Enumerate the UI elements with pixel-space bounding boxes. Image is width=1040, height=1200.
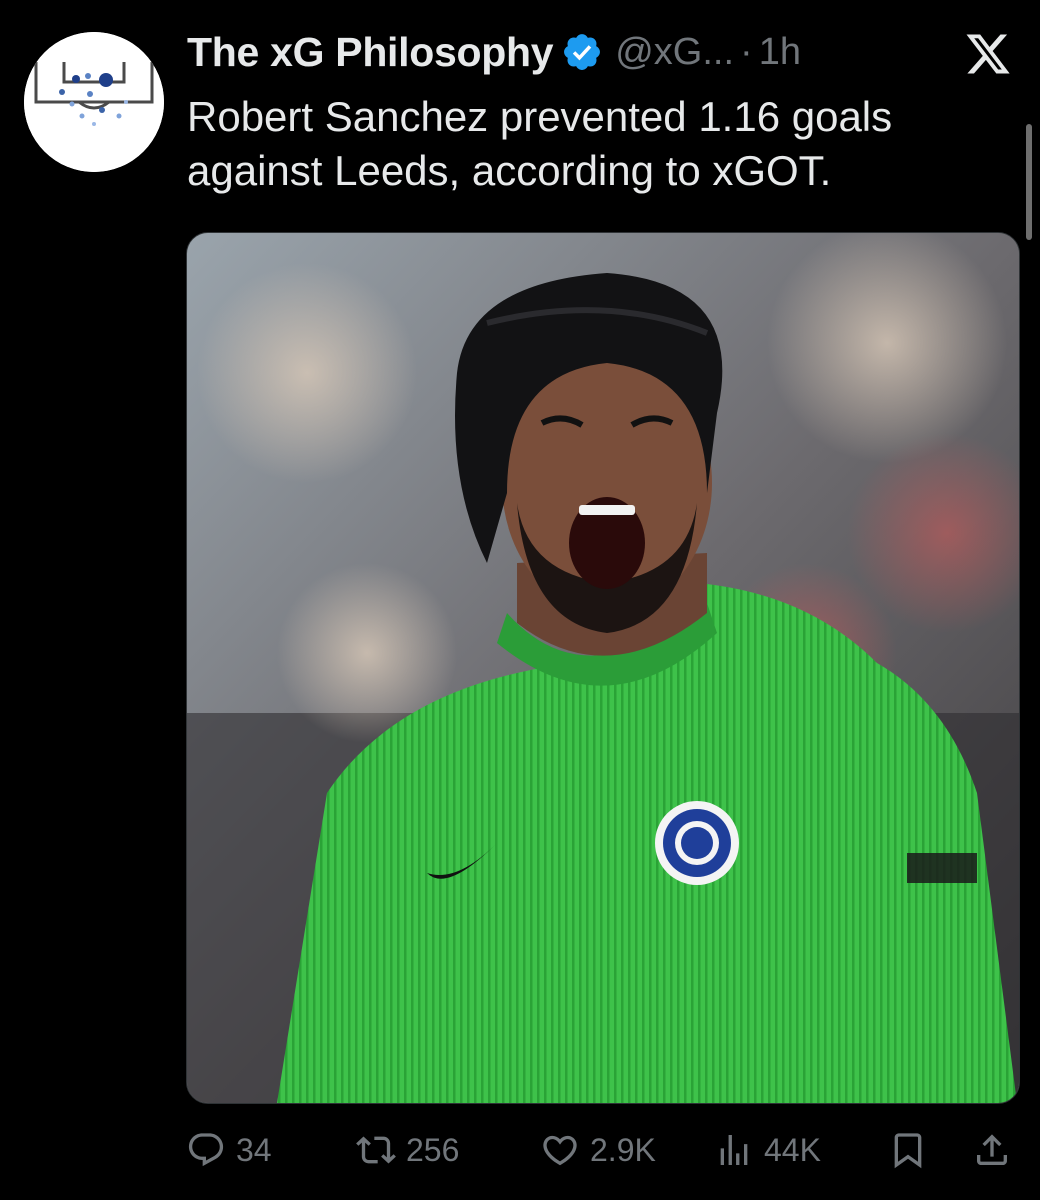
views-icon bbox=[720, 1135, 748, 1165]
xg-logo-icon bbox=[24, 32, 164, 172]
like-count: 2.9K bbox=[590, 1131, 656, 1168]
tweet-text: Robert Sanchez prevented 1.16 goals agai… bbox=[187, 93, 893, 194]
scrollbar[interactable] bbox=[1026, 124, 1032, 240]
display-name[interactable]: The xG Philosophy bbox=[187, 29, 554, 76]
reply-button[interactable]: 34 bbox=[186, 1122, 272, 1178]
tweet-media[interactable] bbox=[186, 232, 1020, 1104]
heart-icon bbox=[543, 1135, 577, 1166]
handle[interactable]: @xG... bbox=[615, 31, 734, 74]
share-icon bbox=[977, 1134, 1007, 1165]
retweet-count: 256 bbox=[406, 1131, 460, 1168]
action-bar: 34 256 2.9K 44K bbox=[186, 1122, 1016, 1178]
bookmark-button[interactable] bbox=[888, 1122, 928, 1178]
like-button[interactable]: 2.9K bbox=[540, 1122, 656, 1178]
tweet-header: The xG Philosophy @xG... · 1h bbox=[187, 28, 801, 76]
timestamp[interactable]: 1h bbox=[759, 31, 801, 74]
x-logo-icon[interactable] bbox=[964, 30, 1012, 78]
verified-badge-icon bbox=[564, 34, 601, 70]
separator-dot: · bbox=[740, 30, 753, 73]
avatar[interactable] bbox=[24, 32, 164, 172]
bookmark-icon bbox=[894, 1133, 922, 1169]
views-button[interactable]: 44K bbox=[714, 1122, 821, 1178]
retweet-icon bbox=[356, 1136, 396, 1164]
views-count: 44K bbox=[764, 1131, 821, 1168]
reply-count: 34 bbox=[236, 1131, 272, 1168]
photo-goalkeeper-celebrating bbox=[187, 233, 1019, 1103]
reply-icon bbox=[188, 1133, 224, 1167]
retweet-button[interactable]: 256 bbox=[356, 1122, 459, 1178]
share-button[interactable] bbox=[972, 1122, 1012, 1178]
